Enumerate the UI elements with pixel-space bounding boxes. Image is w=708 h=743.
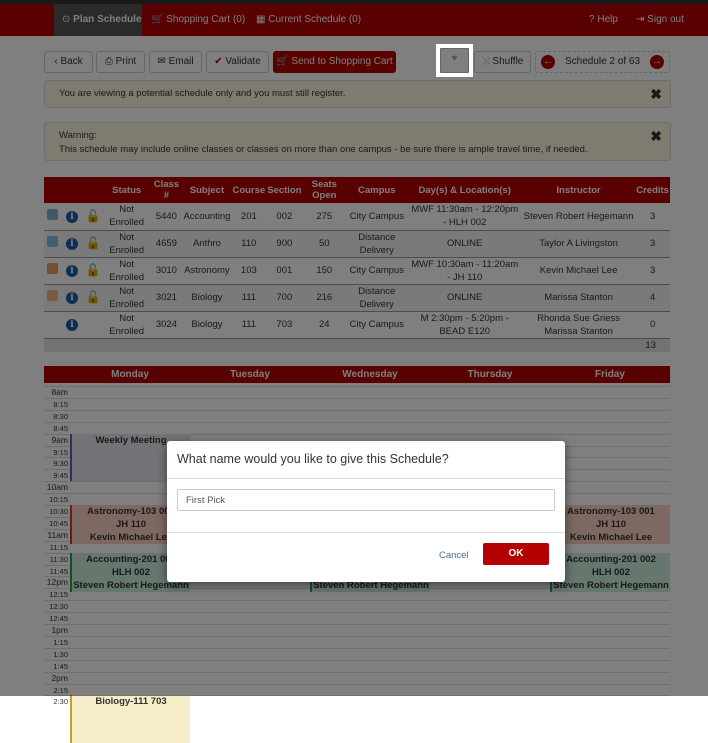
name-schedule-dialog: What name would you like to give this Sc… [167, 441, 565, 582]
schedule-name-input[interactable] [177, 489, 555, 511]
time-label: 2:30 [53, 697, 68, 707]
divider [167, 478, 565, 479]
ok-button[interactable]: OK [483, 543, 549, 565]
event-title: Biology-111 703 [95, 696, 167, 708]
modal-backdrop[interactable] [0, 0, 708, 696]
dialog-title: What name would you like to give this Sc… [177, 452, 449, 466]
divider [167, 532, 565, 533]
cancel-button[interactable]: Cancel [439, 550, 469, 561]
calendar-event[interactable]: Biology-111 703 [70, 695, 190, 743]
highlight-frame [436, 44, 473, 77]
